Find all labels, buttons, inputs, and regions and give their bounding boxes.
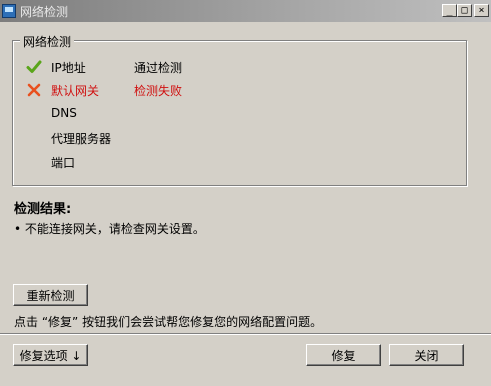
check-item-gateway: 默认网关 检测失败 (26, 81, 226, 99)
separator (0, 333, 491, 335)
check-item-dns: DNS (26, 105, 226, 123)
group-legend: 网络检测 (20, 33, 75, 50)
check-item-result: 检测失败 (134, 84, 183, 98)
repair-button[interactable]: 修复 (306, 344, 381, 366)
check-item-ip: IP地址 通过检测 (26, 58, 226, 76)
check-item-label: 端口 (51, 156, 76, 170)
results-heading: 检测结果: (14, 202, 72, 217)
network-check-dialog: 网络检测 _ □ × 网络检测 IP地址 通过检测 默认网关 检测失败 DNS … (0, 0, 491, 386)
cross-icon (27, 83, 41, 97)
close-button[interactable]: 关闭 (389, 344, 464, 366)
window-title: 网络检测 (20, 4, 69, 19)
check-item-label: DNS (51, 106, 77, 120)
check-item-label: 代理服务器 (51, 132, 112, 146)
check-item-proxy: 代理服务器 (26, 129, 226, 147)
window-controls: _ □ × (442, 4, 489, 17)
retest-button[interactable]: 重新检测 (13, 284, 88, 306)
repair-options-button[interactable]: 修复选项 ↓ (13, 344, 88, 366)
close-window-button[interactable]: × (474, 4, 489, 17)
app-icon (2, 4, 16, 18)
title-bar[interactable]: 网络检测 _ □ × (0, 0, 491, 22)
check-item-result: 通过检测 (134, 61, 183, 75)
repair-hint: 点击 “修复” 按钮我们会尝试帮您修复您的网络配置问题。 (14, 315, 323, 329)
check-item-label: 默认网关 (51, 84, 100, 98)
maximize-button[interactable]: □ (457, 4, 472, 17)
minimize-button[interactable]: _ (442, 4, 457, 17)
result-message: • 不能连接网关，请检查网关设置。 (14, 222, 205, 236)
check-item-label: IP地址 (51, 61, 86, 75)
checkmark-icon (26, 60, 42, 73)
check-item-port: 端口 (26, 153, 226, 171)
